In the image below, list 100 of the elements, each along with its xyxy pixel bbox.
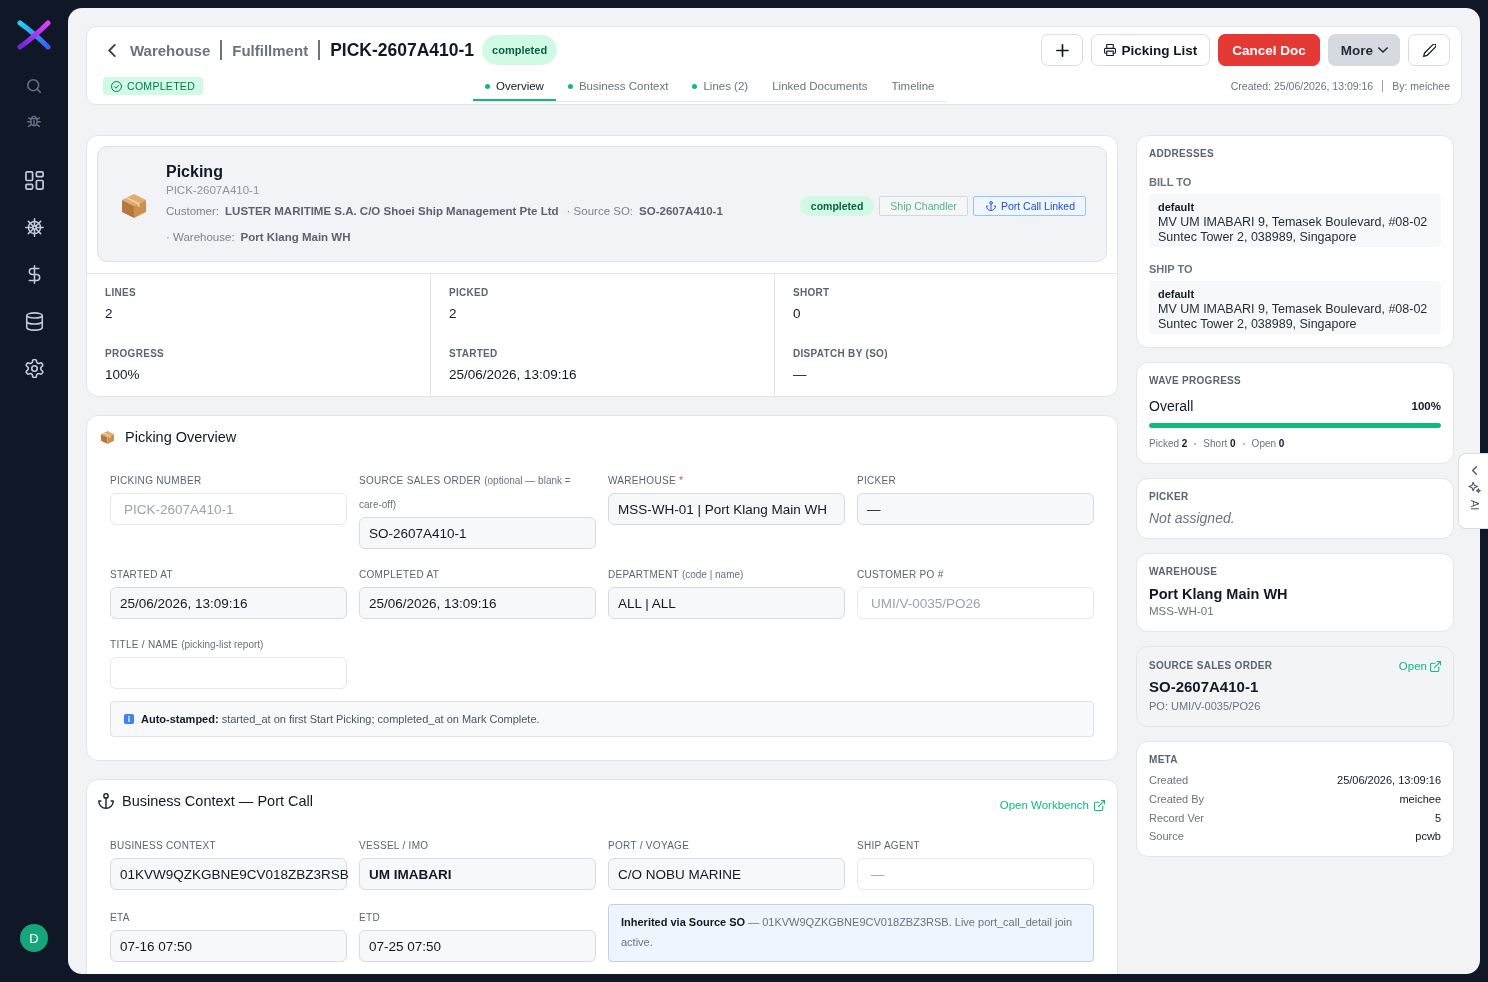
field-label: ETA bbox=[110, 912, 130, 923]
address-label: BILL TO bbox=[1149, 175, 1192, 189]
count-text: Short 0 bbox=[1203, 438, 1236, 450]
address-name: default bbox=[1158, 200, 1195, 215]
breadcrumb-link[interactable]: Fulfillment bbox=[232, 41, 309, 59]
cancel-button[interactable]: Cancel Doc bbox=[1218, 34, 1320, 66]
record-number: PICK-2607A410-1 bbox=[166, 183, 260, 198]
breadcrumb-link[interactable]: Warehouse bbox=[130, 41, 211, 59]
plus-icon bbox=[1055, 43, 1069, 57]
field-label: WAREHOUSE bbox=[608, 475, 676, 486]
meta-value: 5 bbox=[1434, 811, 1441, 824]
address-line: Suntec Tower 2, 038989, Singapore bbox=[1158, 230, 1357, 245]
status-dot-icon bbox=[567, 83, 573, 89]
tab[interactable]: Timeline bbox=[879, 70, 947, 101]
tab[interactable]: Lines (2) bbox=[680, 70, 761, 101]
detail-label: Customer: bbox=[166, 204, 220, 219]
meta-label: Created By bbox=[1149, 793, 1205, 806]
tab[interactable]: Overview bbox=[473, 70, 556, 101]
detail-value: Port Klang Main WH bbox=[240, 230, 351, 245]
required-mark: * bbox=[678, 475, 683, 486]
warehouse-code: MSS-WH-01 bbox=[1149, 604, 1214, 618]
app-logo-icon[interactable] bbox=[17, 20, 51, 50]
po-number: PO: UMI/V-0035/PO26 bbox=[1149, 699, 1261, 713]
card-title: META bbox=[1149, 753, 1178, 767]
inherited-note: Inherited via Source SO — 01KVW9QZKGBNE9CV018ZBZ3RSB. Live port_call_detail join active. bbox=[608, 904, 1094, 962]
stat-label: SHORT bbox=[793, 286, 830, 300]
input-field[interactable]: SO-2607A410-1 bbox=[359, 517, 596, 549]
input-field[interactable]: 07-16 07:50 bbox=[110, 930, 347, 962]
section-title: Business Context — Port Call bbox=[122, 793, 313, 809]
stat-value: 25/06/2026, 13:09:16 bbox=[449, 366, 577, 384]
field-label: SOURCE SALES ORDER (optional — blank = care-off) bbox=[359, 475, 571, 510]
input-field[interactable]: 07-25 07:50 bbox=[359, 930, 596, 962]
stat-label: STARTED bbox=[449, 347, 498, 361]
input-field[interactable]: UM IMABARI bbox=[359, 858, 596, 890]
anchor-icon bbox=[98, 793, 114, 809]
meta-label: Record Ver bbox=[1149, 811, 1205, 824]
ai-side-tab[interactable]: AI bbox=[1458, 453, 1488, 529]
input-field[interactable]: C/O NOBU MARINE bbox=[608, 858, 845, 890]
print-button[interactable]: Picking List bbox=[1091, 34, 1211, 66]
chevron-down-icon bbox=[1378, 47, 1388, 53]
ship-wheel-icon[interactable] bbox=[24, 218, 44, 237]
settings-icon[interactable] bbox=[24, 359, 44, 378]
field-label: PICKER bbox=[857, 475, 897, 486]
status-dot-icon bbox=[692, 83, 698, 89]
input-field[interactable]: 25/06/2026, 13:09:16 bbox=[110, 587, 347, 619]
input-field[interactable]: 01KVW9QZKGBNE9CV018ZBZ3RSB bbox=[110, 858, 347, 890]
field-label: TITLE / NAME (picking-list report) bbox=[110, 639, 264, 650]
note-text: Auto-stamped: started_at on first Start Picking; completed_at on Mark Complete. bbox=[141, 713, 540, 725]
status-text: COMPLETED bbox=[127, 80, 196, 92]
record-title: Picking bbox=[166, 162, 223, 182]
sparkles-icon bbox=[1468, 481, 1481, 494]
detail-value: SO-2607A410-1 bbox=[639, 204, 723, 219]
back-icon[interactable] bbox=[108, 43, 116, 57]
status-dot-icon bbox=[485, 83, 490, 89]
card-title: SOURCE SALES ORDER bbox=[1149, 659, 1273, 673]
external-link-icon bbox=[1430, 660, 1441, 672]
tab[interactable]: Linked Documents bbox=[760, 70, 880, 101]
printer-icon bbox=[1104, 44, 1117, 56]
input-field[interactable] bbox=[110, 657, 347, 689]
address-line: MV UM IMABARI 9, Temasek Boulevard, #08-02 bbox=[1158, 302, 1428, 317]
add-button[interactable] bbox=[1041, 34, 1084, 66]
document-title: PICK-2607A410-1 bbox=[330, 39, 475, 61]
input-field[interactable]: MSS-WH-01 | Port Klang Main WH bbox=[608, 493, 845, 525]
order-number: SO-2607A410-1 bbox=[1149, 677, 1259, 697]
field-label: ETD bbox=[359, 912, 380, 923]
bug-icon[interactable] bbox=[27, 114, 41, 128]
field-label: BUSINESS CONTEXT bbox=[110, 840, 216, 851]
meta-label: Created bbox=[1149, 774, 1189, 787]
meta-label: Source bbox=[1149, 830, 1184, 843]
stat-value: — bbox=[793, 366, 807, 384]
more-menu-button[interactable]: More bbox=[1327, 34, 1400, 66]
address-label: SHIP TO bbox=[1149, 262, 1193, 276]
field-label: SHIP AGENT bbox=[857, 840, 920, 851]
input-field[interactable]: ALL | ALL bbox=[608, 587, 845, 619]
field-label: DEPARTMENT (code | name) bbox=[608, 569, 744, 580]
stat-value: 0 bbox=[793, 305, 801, 323]
dashboard-icon[interactable] bbox=[24, 171, 44, 190]
tab[interactable]: Business Context bbox=[555, 70, 681, 101]
category-tag: Ship Chandler bbox=[879, 195, 968, 216]
input-field[interactable]: 25/06/2026, 13:09:16 bbox=[359, 587, 596, 619]
package-icon bbox=[101, 430, 114, 444]
edit-button[interactable] bbox=[1408, 34, 1450, 66]
detail-label: · Source SO: bbox=[566, 204, 634, 219]
progress-reading: 100% bbox=[1411, 399, 1441, 414]
input-field[interactable]: — bbox=[857, 493, 1094, 525]
package-icon bbox=[122, 193, 146, 218]
card-title: ADDRESSES bbox=[1149, 147, 1214, 161]
picker-value: Not assigned. bbox=[1149, 509, 1235, 527]
warehouse-name: Port Klang Main WH bbox=[1149, 585, 1288, 604]
address-line: MV UM IMABARI 9, Temasek Boulevard, #08-02 bbox=[1158, 215, 1428, 230]
meta-value: 25/06/2026, 13:09:16 bbox=[1337, 774, 1441, 787]
meta-value: meichee bbox=[1399, 793, 1441, 806]
search-icon[interactable] bbox=[27, 79, 41, 93]
field-label: VESSEL / IMO bbox=[359, 840, 429, 851]
created-by-text: By: meichee bbox=[1392, 80, 1450, 92]
database-icon[interactable] bbox=[24, 312, 44, 331]
port-call-tag[interactable]: Port Call Linked bbox=[972, 195, 1086, 216]
pencil-icon bbox=[1422, 43, 1436, 57]
field-label: PORT / VOYAGE bbox=[608, 840, 690, 851]
detail-value: LUSTER MARITIME S.A. C/O Shoei Ship Management Pte Ltd bbox=[225, 204, 559, 219]
